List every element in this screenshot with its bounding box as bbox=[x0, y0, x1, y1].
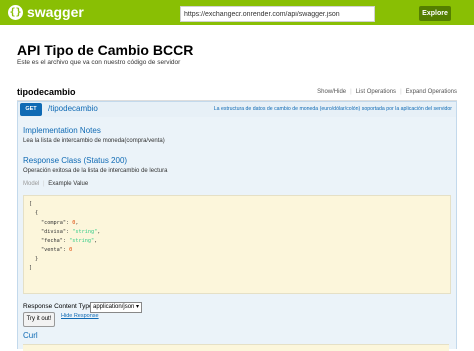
code-close-array: ] bbox=[29, 265, 33, 271]
code-key: "fecha" bbox=[41, 238, 63, 244]
try-it-out-button[interactable]: Try it out! bbox=[23, 312, 55, 327]
curl-heading: Curl bbox=[23, 331, 38, 340]
implementation-notes-text: Lea la lista de intercambio de moneda(co… bbox=[23, 138, 165, 144]
show-hide-link[interactable]: Show/Hide bbox=[317, 89, 346, 95]
operation-path[interactable]: /tipodecambio bbox=[48, 104, 98, 113]
swagger-logo[interactable]: {} swagger bbox=[8, 3, 84, 21]
implementation-notes-heading: Implementation Notes bbox=[23, 126, 101, 135]
page-title: API Tipo de Cambio BCCR bbox=[17, 42, 194, 58]
chevron-down-icon: ▾ bbox=[136, 304, 140, 310]
operation-content: Implementation Notes Lea la lista de int… bbox=[17, 117, 457, 351]
code-open-array: [ bbox=[29, 201, 33, 207]
tab-example-value[interactable]: Example Value bbox=[48, 181, 88, 187]
code-open-object: { bbox=[35, 210, 39, 216]
code-comma: , bbox=[97, 229, 101, 235]
code-comma: , bbox=[94, 238, 98, 244]
code-key: "divisa" bbox=[41, 229, 66, 235]
code-value: 0 bbox=[69, 247, 73, 253]
model-tabs: Model | Example Value bbox=[23, 181, 88, 187]
content-type-select[interactable]: application/json ▾ bbox=[90, 302, 143, 313]
api-url-input[interactable] bbox=[180, 6, 375, 22]
code-value: "string" bbox=[72, 229, 98, 235]
code-comma: , bbox=[75, 220, 79, 226]
hide-response-link[interactable]: Hide Response bbox=[61, 313, 99, 319]
resource-name-link[interactable]: tipodecambio bbox=[17, 87, 76, 97]
code-key: "compra" bbox=[41, 220, 66, 226]
code-line: "divisa": "string", bbox=[41, 229, 101, 235]
code-close-object: } bbox=[35, 256, 39, 262]
response-content-type-label: Response Content Type bbox=[23, 303, 93, 310]
response-class-heading: Response Class (Status 200) bbox=[23, 156, 128, 165]
operation-heading[interactable]: GET /tipodecambio La estructura de datos… bbox=[17, 101, 457, 118]
curl-code-block bbox=[23, 344, 449, 351]
http-method-badge[interactable]: GET bbox=[20, 103, 42, 116]
operation-summary[interactable]: La estructura de datos de cambio de mone… bbox=[214, 106, 452, 112]
list-operations-link[interactable]: List Operations bbox=[356, 89, 396, 95]
content-type-value: application/json bbox=[93, 304, 135, 310]
code-line: "fecha": "string", bbox=[41, 238, 98, 244]
api-description: Este es el archivo que va con nuestro có… bbox=[17, 59, 181, 66]
code-value: "string" bbox=[69, 238, 95, 244]
resource-actions: Show/Hide | List Operations | Expand Ope… bbox=[317, 89, 457, 95]
separator: | bbox=[400, 89, 402, 95]
response-class-description: Operación exitosa de la lista de interca… bbox=[23, 168, 168, 174]
swagger-icon: {} bbox=[8, 4, 23, 20]
code-line: "compra": 0, bbox=[41, 220, 79, 226]
separator: | bbox=[43, 181, 45, 187]
explore-button[interactable]: Explore bbox=[419, 6, 451, 21]
logo-text: swagger bbox=[27, 4, 84, 20]
code-line: "venta": 0 bbox=[41, 247, 73, 253]
separator: | bbox=[350, 89, 352, 95]
tab-model[interactable]: Model bbox=[23, 181, 39, 187]
code-key: "venta" bbox=[41, 247, 63, 253]
example-value-code[interactable]: [ { "compra": 0, "divisa": "string", "fe… bbox=[23, 195, 451, 294]
expand-operations-link[interactable]: Expand Operations bbox=[406, 89, 457, 95]
top-bar: {} swagger Explore bbox=[0, 0, 474, 25]
